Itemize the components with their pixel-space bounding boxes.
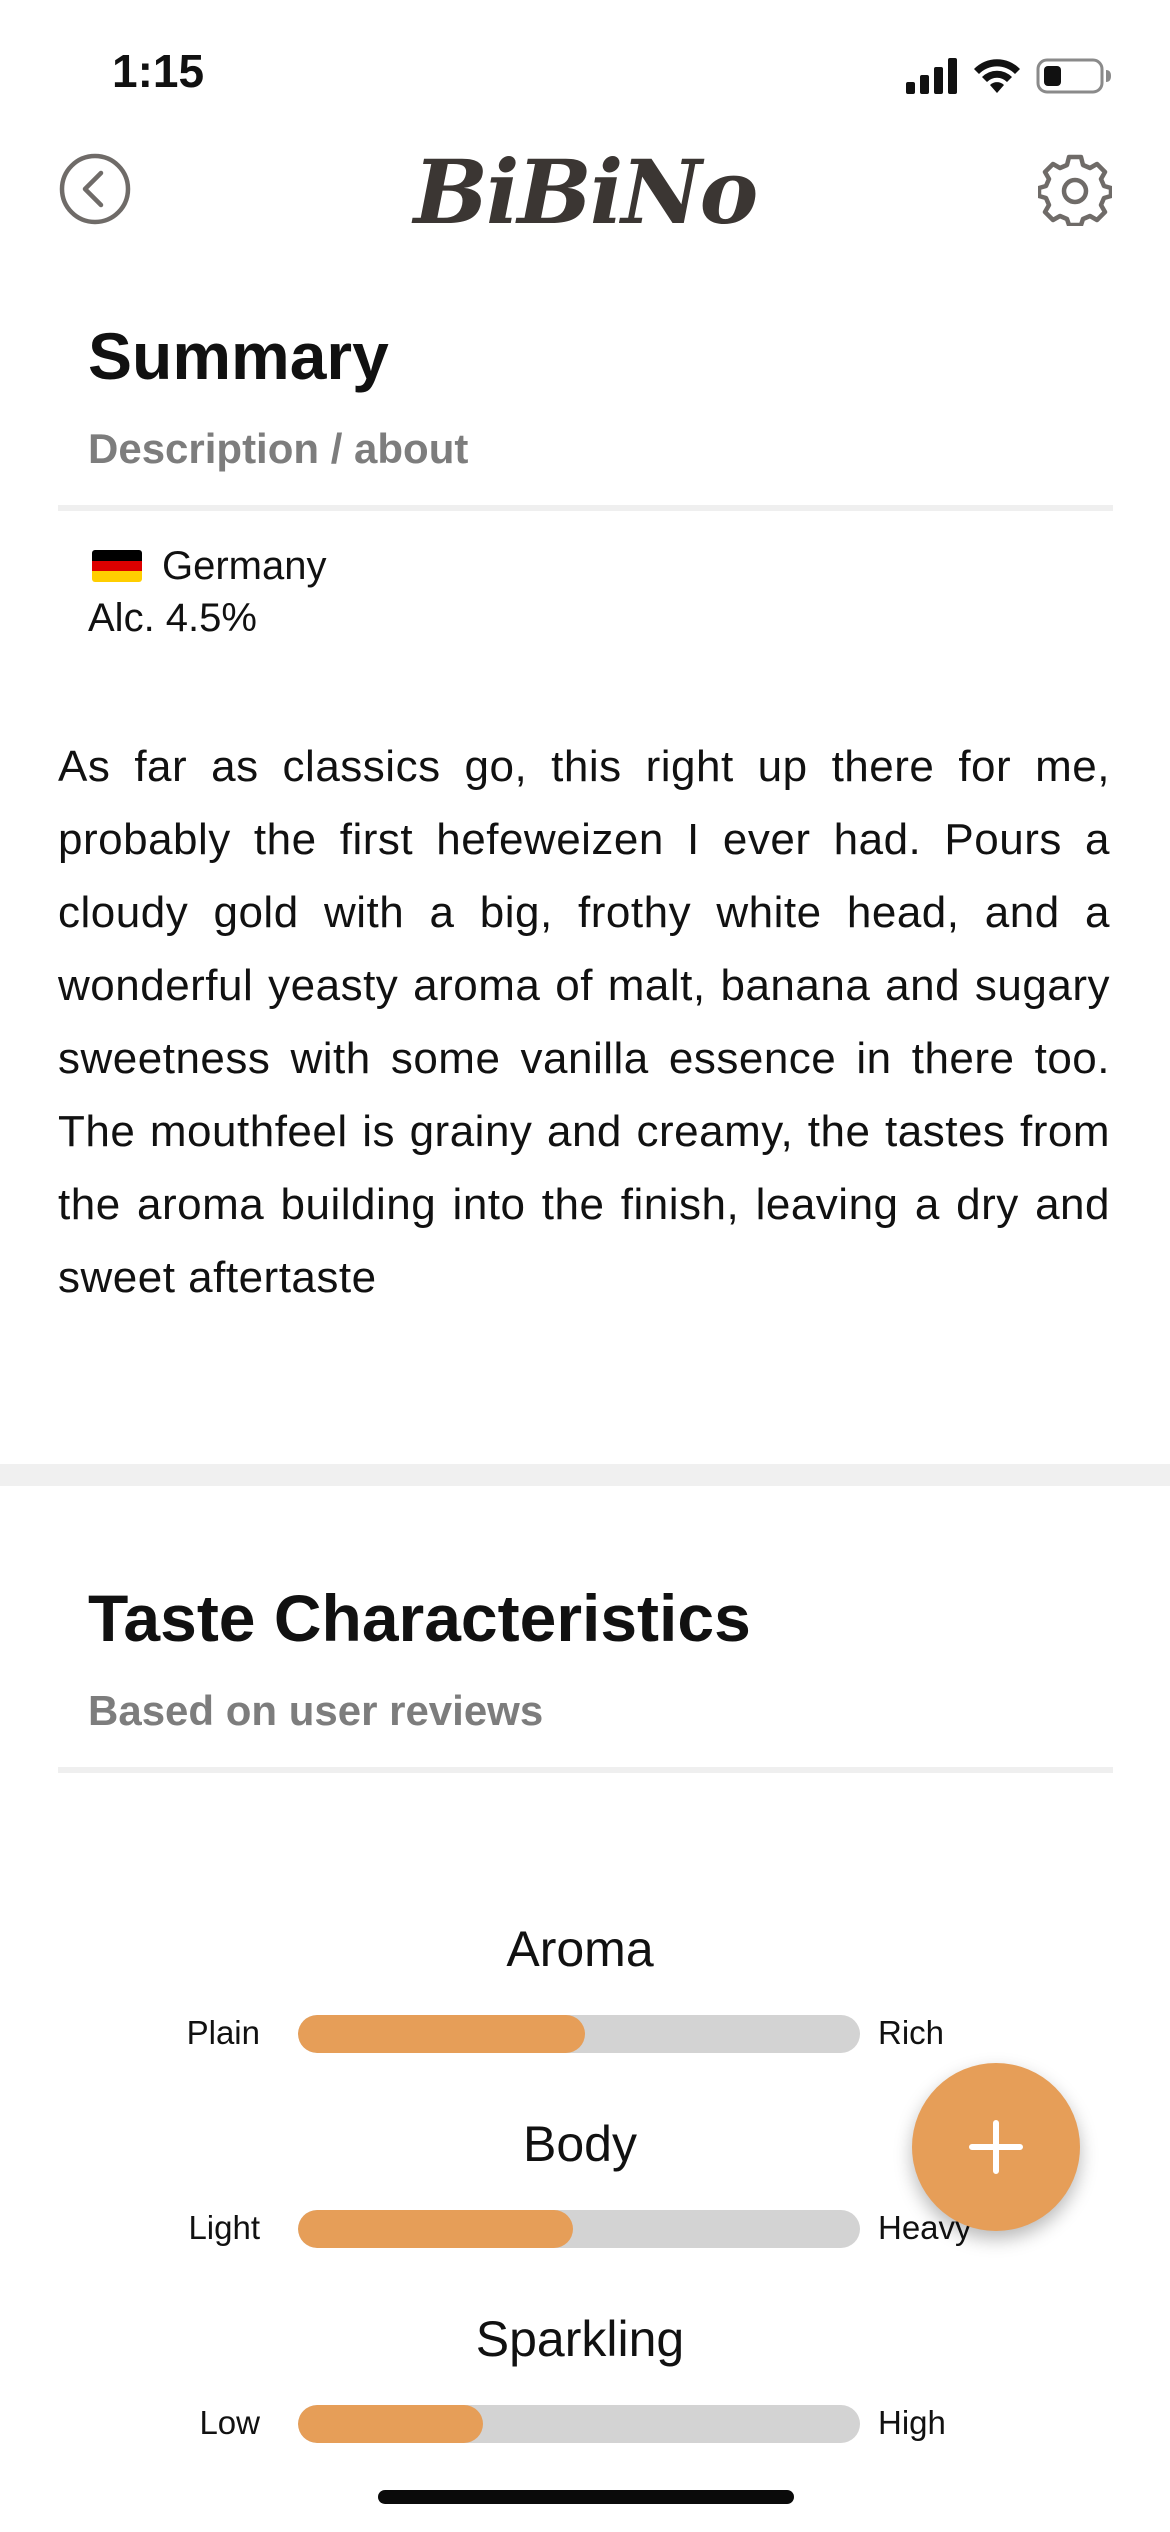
wifi-icon — [974, 59, 1020, 93]
add-review-button[interactable] — [912, 2063, 1080, 2231]
plus-icon — [969, 2120, 1023, 2174]
summary-subtitle: Description / about — [88, 425, 469, 472]
taste-low-label: Light — [188, 2209, 260, 2246]
taste-high-label: Rich — [878, 2014, 945, 2051]
beer-description: As far as classics go, this right up the… — [58, 742, 1110, 1302]
country-label: Germany — [162, 543, 327, 588]
settings-button[interactable] — [1036, 152, 1114, 228]
taste-bar-fill — [298, 2015, 585, 2053]
cellular-signal-icon — [906, 58, 957, 94]
summary-title: Summary — [88, 319, 389, 393]
taste-name: Aroma — [506, 1921, 654, 1977]
taste-divider — [58, 1767, 1113, 1773]
gear-icon — [1036, 154, 1114, 228]
status-icons — [906, 52, 1112, 100]
taste-title: Taste Characteristics — [88, 1581, 751, 1655]
taste-subtitle: Based on user reviews — [88, 1687, 544, 1734]
home-indicator — [378, 2490, 794, 2504]
taste-row-sparkling: Sparkling Low High — [0, 2310, 1170, 2500]
section-separator — [0, 1464, 1170, 1486]
taste-name: Sparkling — [475, 2311, 685, 2367]
taste-bar — [298, 2405, 860, 2443]
taste-bar — [298, 2015, 860, 2053]
summary-divider — [58, 505, 1113, 511]
alcohol-label: Alc. 4.5% — [88, 595, 257, 640]
app-logo: BiBiNo — [413, 140, 759, 244]
taste-high-label: High — [878, 2404, 946, 2441]
app-header: BiBiNo — [0, 140, 1170, 270]
taste-bar-fill — [298, 2210, 574, 2248]
taste-bar — [298, 2210, 860, 2248]
germany-flag-icon — [92, 550, 142, 582]
status-time: 1:15 — [112, 45, 205, 97]
taste-low-label: Low — [199, 2404, 260, 2441]
beer-meta: Germany Alc. 4.5% — [88, 540, 327, 644]
taste-bar-fill — [298, 2405, 484, 2443]
battery-icon — [1036, 58, 1111, 94]
status-bar: 1:15 — [0, 0, 1170, 140]
country-row: Germany — [88, 540, 327, 592]
taste-low-label: Plain — [186, 2014, 260, 2051]
